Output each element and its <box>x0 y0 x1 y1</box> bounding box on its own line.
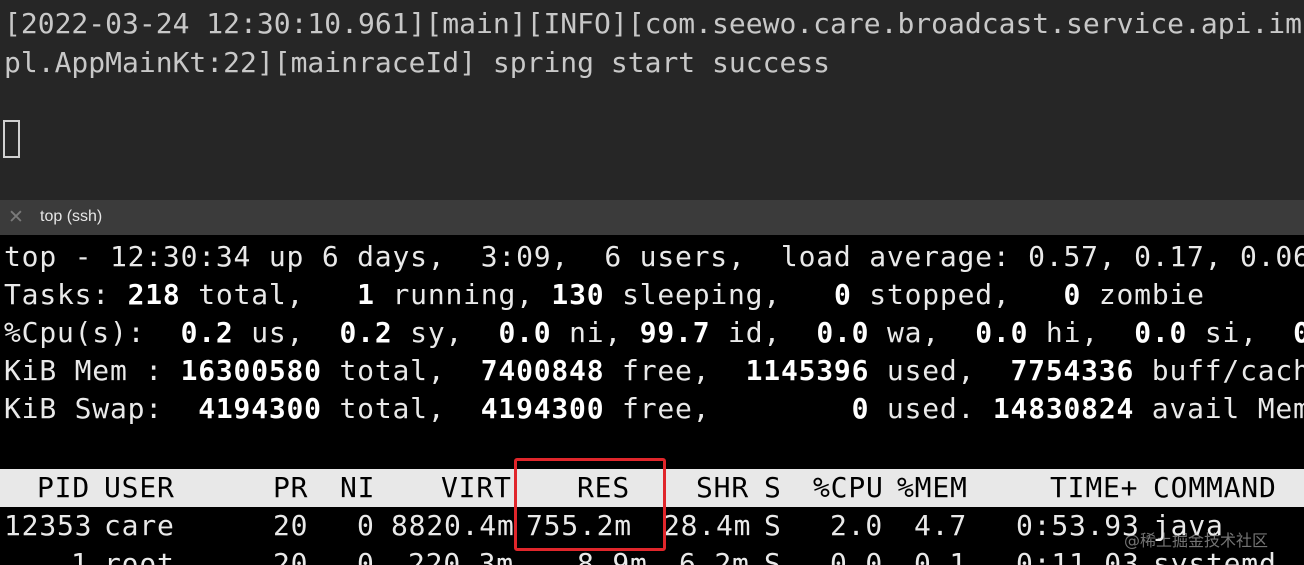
tasks-running: 1 <box>357 278 375 311</box>
terminal-tab-bar[interactable]: ✕ top (ssh) <box>0 200 1304 235</box>
cell-s: S <box>764 547 782 565</box>
cpu-ni-label: ni, <box>551 316 640 349</box>
tab-title[interactable]: top (ssh) <box>40 208 102 226</box>
tasks-sleeping-label: sleeping, <box>604 278 834 311</box>
cell-ni: 0 <box>357 509 375 542</box>
tasks-zombie-label: zombie <box>1081 278 1205 311</box>
mem-free: 7400848 <box>480 354 605 387</box>
mem-total-label: total, <box>321 354 481 387</box>
cell-virt: 8820.4m <box>391 509 515 542</box>
cpu-st: 0.0 <box>1293 316 1304 349</box>
swap-free: 4194300 <box>480 392 605 425</box>
cell-shr: 6.2m <box>679 547 750 565</box>
cpu-id-label: id, <box>710 316 817 349</box>
tasks-stopped-label: stopped, <box>851 278 1064 311</box>
uptime-line: top - 12:30:34 up 6 days, 3:09, 6 users,… <box>4 240 1304 273</box>
tasks-label: Tasks: <box>4 278 128 311</box>
mem-label: KiB Mem : <box>4 354 181 387</box>
cell-user: care <box>104 509 175 542</box>
cpu-us: 0.2 <box>180 316 234 349</box>
col-header-ni[interactable]: NI <box>340 469 375 507</box>
tasks-stopped: 0 <box>833 278 852 311</box>
cpu-wa-label: wa, <box>869 316 976 349</box>
cell-cpu: 2.0 <box>830 509 883 542</box>
col-header-cpu[interactable]: %CPU <box>813 469 884 507</box>
cell-pid: 1 <box>71 547 89 565</box>
cpu-sy: 0.2 <box>339 316 393 349</box>
watermark: @稀土掘金技术社区 <box>1124 531 1269 550</box>
cpu-wa: 0.0 <box>816 316 870 349</box>
mem-used-label: used, <box>869 354 1011 387</box>
cell-pr: 20 <box>273 547 309 565</box>
cpu-sy-label: sy, <box>392 316 499 349</box>
mem-line: KiB Mem : 16300580 total, 7400848 free, … <box>4 352 1304 390</box>
swap-free-label: free, <box>604 392 852 425</box>
cpu-ni: 0.0 <box>498 316 552 349</box>
swap-label: KiB Swap: <box>4 392 199 425</box>
mem-cache-label: buff/cache <box>1151 354 1304 387</box>
swap-used: 0 <box>851 392 870 425</box>
mem-total: 16300580 <box>180 354 322 387</box>
swap-total-label: total, <box>321 392 481 425</box>
swap-line: KiB Swap: 4194300 total, 4194300 free, 0… <box>4 390 1304 428</box>
tasks-total: 218 <box>127 278 181 311</box>
cell-shr: 28.4m <box>663 509 752 542</box>
cell-user: root <box>104 547 175 565</box>
col-header-command[interactable]: COMMAND <box>1153 469 1277 507</box>
tasks-running-label: running, <box>374 278 552 311</box>
col-header-time[interactable]: TIME+ <box>1050 469 1138 507</box>
col-header-mem[interactable]: %MEM <box>897 469 968 507</box>
cell-pid: 12353 <box>4 509 93 542</box>
col-header-pr[interactable]: PR <box>273 469 308 507</box>
res-column-highlight <box>514 458 666 551</box>
mem-free-label: free, <box>604 354 746 387</box>
cell-mem: 4.7 <box>914 509 967 542</box>
cpu-id: 99.7 <box>639 316 711 349</box>
cpu-si: 0.0 <box>1134 316 1188 349</box>
cell-mem: 0.1 <box>914 547 967 565</box>
col-header-user[interactable]: USER <box>104 469 175 507</box>
cpu-us-label: us, <box>233 316 340 349</box>
log-line: [2022-03-24 12:30:10.961][main][INFO][co… <box>4 7 1303 40</box>
cell-cpu: 0.0 <box>830 547 883 565</box>
tasks-sleeping: 130 <box>551 278 605 311</box>
mem-used: 1145396 <box>745 354 870 387</box>
terminal-cursor <box>3 120 20 158</box>
tasks-total-label: total, <box>180 278 358 311</box>
cell-time: 0:53.93 <box>1016 509 1140 542</box>
cell-ni: 0 <box>357 547 375 565</box>
cpu-hi-label: hi, <box>1028 316 1135 349</box>
previous-terminal-pane[interactable]: [2022-03-24 12:30:10.961][main][INFO][co… <box>0 0 1304 200</box>
swap-total: 4194300 <box>198 392 322 425</box>
swap-avail: 14830824 <box>992 392 1135 425</box>
cell-s: S <box>764 509 782 542</box>
tasks-line: Tasks: 218 total, 1 running, 130 sleepin… <box>4 276 1205 314</box>
cell-virt: 220.3m <box>408 547 514 565</box>
col-header-virt[interactable]: VIRT <box>441 469 512 507</box>
cpu-si-label: si, <box>1187 316 1294 349</box>
col-header-s[interactable]: S <box>764 469 782 507</box>
cpu-line: %Cpu(s): 0.2 us, 0.2 sy, 0.0 ni, 99.7 id… <box>4 314 1304 352</box>
log-line: pl.AppMainKt:22][mainraceId] spring star… <box>4 46 831 79</box>
col-header-shr[interactable]: SHR <box>696 469 749 507</box>
cpu-hi: 0.0 <box>975 316 1029 349</box>
mem-cache: 7754336 <box>1010 354 1135 387</box>
tasks-zombie: 0 <box>1063 278 1082 311</box>
col-header-pid[interactable]: PID <box>37 469 90 507</box>
close-icon[interactable]: ✕ <box>8 206 24 229</box>
cell-time: 0:11.03 <box>1016 547 1140 565</box>
cell-pr: 20 <box>273 509 309 542</box>
cpu-label: %Cpu(s): <box>4 316 181 349</box>
swap-avail-label: avail Mem <box>1134 392 1304 425</box>
swap-used-label: used. <box>869 392 993 425</box>
